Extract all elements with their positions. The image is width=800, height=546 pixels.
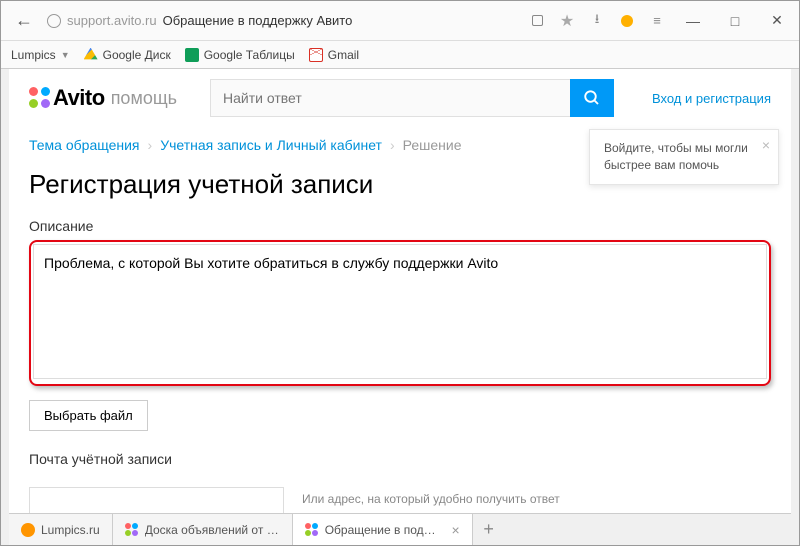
menu-icon[interactable]: ≡ bbox=[649, 13, 665, 29]
url-title: Обращение в поддержку Авито bbox=[163, 13, 353, 28]
breadcrumb-account[interactable]: Учетная запись и Личный кабинет bbox=[160, 137, 382, 153]
bookmark-gmail[interactable]: Gmail bbox=[309, 48, 359, 62]
bookmark-star-icon[interactable]: ★ bbox=[559, 13, 575, 29]
tab-avito-support[interactable]: Обращение в поддержку × bbox=[293, 514, 473, 545]
search-icon bbox=[583, 89, 601, 107]
address-bar[interactable]: support.avito.ru Обращение в поддержку А… bbox=[47, 13, 529, 28]
tab-avito-ads[interactable]: Доска объявлений от част bbox=[113, 514, 293, 545]
bookmark-lumpics[interactable]: Lumpics ▼ bbox=[11, 48, 70, 62]
maximize-button[interactable]: □ bbox=[721, 13, 749, 29]
avito-favicon-icon bbox=[125, 523, 139, 537]
email-label: Почта учётной записи bbox=[29, 451, 771, 467]
logo-brand: Avito bbox=[53, 85, 105, 111]
browser-tabs: Lumpics.ru Доска объявлений от част Обра… bbox=[9, 513, 791, 545]
browser-titlebar: ← support.avito.ru Обращение в поддержку… bbox=[1, 1, 799, 41]
lumpics-favicon-icon bbox=[21, 523, 35, 537]
avito-logo[interactable]: Avito помощь bbox=[29, 85, 177, 111]
new-tab-button[interactable]: + bbox=[473, 514, 505, 545]
back-button[interactable]: ← bbox=[9, 6, 39, 36]
search-input[interactable] bbox=[210, 79, 570, 117]
gdrive-icon bbox=[84, 48, 98, 62]
logo-section: помощь bbox=[111, 88, 177, 109]
breadcrumb-current: Решение bbox=[403, 137, 462, 153]
chevron-right-icon: › bbox=[390, 137, 395, 153]
login-tooltip: Войдите, чтобы мы могли быстрее вам помо… bbox=[589, 129, 779, 185]
avito-favicon-icon bbox=[305, 523, 319, 537]
gsheets-icon bbox=[185, 48, 199, 62]
email-hint: Или адрес, на который удобно получить от… bbox=[302, 487, 560, 508]
avito-dots-icon bbox=[29, 87, 51, 109]
page-content: Avito помощь Вход и регистрация Войдите,… bbox=[1, 69, 799, 545]
login-link[interactable]: Вход и регистрация bbox=[652, 91, 771, 106]
secure-icon bbox=[47, 14, 61, 28]
tooltip-text: Войдите, чтобы мы могли быстрее вам помо… bbox=[604, 141, 748, 172]
gmail-icon bbox=[309, 48, 323, 62]
breadcrumb-topic[interactable]: Тема обращения bbox=[29, 137, 140, 153]
extension-icon[interactable] bbox=[619, 13, 635, 29]
tab-lumpics[interactable]: Lumpics.ru bbox=[9, 514, 113, 545]
tooltip-close-icon[interactable]: × bbox=[762, 136, 770, 156]
bookmark-gsheets[interactable]: Google Таблицы bbox=[185, 48, 295, 62]
description-label: Описание bbox=[29, 218, 771, 234]
bookmark-gdrive[interactable]: Google Диск bbox=[84, 48, 171, 62]
tab-close-icon[interactable]: × bbox=[452, 522, 460, 538]
downloads-icon[interactable]: ⭳ bbox=[589, 13, 605, 29]
bookmarks-bar: Lumpics ▼ Google Диск Google Таблицы Gma… bbox=[1, 41, 799, 69]
minimize-button[interactable]: ― bbox=[679, 13, 707, 29]
url-host: support.avito.ru bbox=[67, 13, 157, 28]
page-actions-icon[interactable] bbox=[529, 13, 545, 29]
description-textarea[interactable] bbox=[33, 244, 767, 379]
choose-file-button[interactable]: Выбрать файл bbox=[29, 400, 148, 431]
description-highlight bbox=[29, 240, 771, 386]
search-button[interactable] bbox=[570, 79, 614, 117]
close-window-button[interactable]: ✕ bbox=[763, 12, 791, 29]
chevron-right-icon: › bbox=[148, 137, 153, 153]
